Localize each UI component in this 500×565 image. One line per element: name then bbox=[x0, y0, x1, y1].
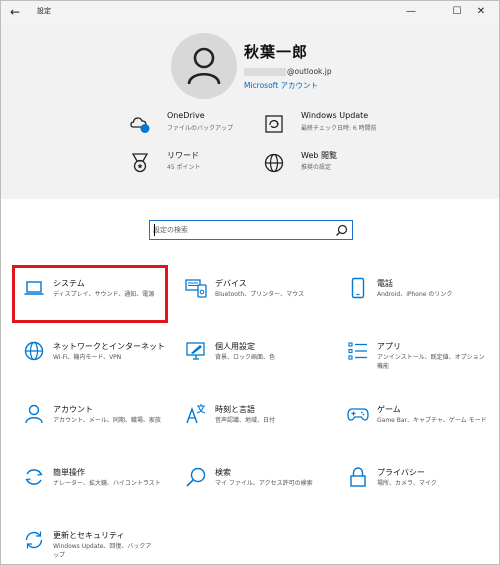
category-desc: 背景、ロック画面、色 bbox=[215, 354, 276, 361]
person-icon bbox=[187, 47, 221, 85]
category-desc: ディスプレイ、サウンド、通知、電源 bbox=[53, 291, 155, 298]
category-privacy[interactable]: プライバシー 場所、カメラ、マイク bbox=[347, 466, 497, 518]
text-caret bbox=[154, 224, 155, 236]
account-header: 秋葉一郎 @outlook.jp Microsoft アカウント OneDriv… bbox=[1, 23, 499, 199]
lock-icon bbox=[350, 467, 366, 487]
category-label: 検索 bbox=[215, 468, 231, 477]
category-label: ネットワークとインターネット bbox=[53, 342, 165, 351]
quick-link-title: Web 閲覧 bbox=[301, 151, 337, 160]
quick-link-title: リワード bbox=[167, 151, 199, 160]
update-sync-icon bbox=[25, 531, 43, 549]
quick-link-title: OneDrive bbox=[167, 111, 205, 120]
category-devices[interactable]: デバイス Bluetooth、プリンター、マウス bbox=[185, 277, 335, 329]
email-suffix: @outlook.jp bbox=[287, 67, 332, 76]
time-language-icon bbox=[186, 404, 206, 424]
category-desc: 場所、カメラ、マイク bbox=[377, 480, 437, 487]
category-label: デバイス bbox=[215, 279, 247, 288]
title-bar: ← 設定 — ☐ ✕ bbox=[1, 1, 499, 23]
minimize-icon[interactable]: — bbox=[399, 2, 423, 22]
globe-icon bbox=[264, 153, 284, 173]
quick-link-subtitle: 45 ポイント bbox=[167, 164, 201, 171]
avatar[interactable] bbox=[171, 33, 237, 99]
user-name: 秋葉一郎 bbox=[244, 43, 309, 61]
category-desc: アカウント、メール、同期、職場、家族 bbox=[53, 417, 161, 424]
category-label: 個人用設定 bbox=[215, 342, 255, 351]
ease-of-access-icon bbox=[25, 469, 43, 485]
microsoft-account-link[interactable]: Microsoft アカウント bbox=[244, 80, 318, 91]
category-network[interactable]: ネットワークとインターネット Wi-Fi、機内モード、VPN bbox=[23, 340, 173, 392]
category-update-security[interactable]: 更新とセキュリティ Windows Update、回復、バックアップ bbox=[23, 529, 173, 564]
category-search[interactable]: 検索 マイ ファイル、アクセス許可の検索 bbox=[185, 466, 335, 518]
category-label: アプリ bbox=[377, 342, 401, 351]
quick-link-windows-update[interactable]: Windows Update 最終チェック日時: 6 時間前 bbox=[263, 111, 413, 145]
category-apps[interactable]: アプリ アンインストール、既定値、オプション機能 bbox=[347, 340, 497, 392]
maximize-icon[interactable]: ☐ bbox=[445, 2, 469, 22]
category-desc: アンインストール、既定値、オプション機能 bbox=[377, 354, 485, 370]
search-input[interactable] bbox=[153, 223, 333, 237]
devices-icon bbox=[185, 279, 207, 298]
category-label: 電話 bbox=[377, 279, 393, 288]
category-desc: ナレーター、拡大鏡、ハイコントラスト bbox=[53, 480, 161, 487]
category-desc: マイ ファイル、アクセス許可の検索 bbox=[215, 480, 313, 487]
search-box[interactable] bbox=[149, 220, 353, 240]
email-redaction bbox=[244, 68, 286, 76]
settings-window: ← 設定 — ☐ ✕ 秋葉一郎 @outlook.jp Microsoft アカ… bbox=[0, 0, 500, 565]
onedrive-cloud-icon bbox=[130, 117, 150, 133]
category-label: 簡単操作 bbox=[53, 468, 85, 477]
category-label: システム bbox=[53, 279, 85, 288]
quick-link-subtitle: ファイルのバックアップ bbox=[167, 125, 234, 132]
category-desc: 音声認識、地域、日付 bbox=[215, 417, 276, 424]
category-label: 時刻と言語 bbox=[215, 405, 255, 414]
back-arrow-icon[interactable]: ← bbox=[5, 2, 25, 22]
category-desc: Game Bar、キャプチャ、ゲーム モード bbox=[377, 417, 487, 424]
close-icon[interactable]: ✕ bbox=[469, 2, 493, 22]
category-label: プライバシー bbox=[377, 468, 425, 477]
phone-icon bbox=[351, 277, 365, 299]
quick-link-rewards[interactable]: リワード 45 ポイント bbox=[129, 150, 279, 184]
category-desc: Bluetooth、プリンター、マウス bbox=[215, 291, 305, 298]
globe-icon bbox=[24, 341, 44, 361]
category-phone[interactable]: 電話 Android、iPhone のリンク bbox=[347, 277, 497, 329]
category-personalization[interactable]: 個人用設定 背景、ロック画面、色 bbox=[185, 340, 335, 392]
quick-link-web-browsing[interactable]: Web 閲覧 推奨の設定 bbox=[263, 150, 413, 184]
windows-update-icon bbox=[265, 115, 283, 133]
quick-link-title: Windows Update bbox=[301, 111, 369, 120]
category-accounts[interactable]: アカウント アカウント、メール、同期、職場、家族 bbox=[23, 403, 173, 455]
category-gaming[interactable]: ゲーム Game Bar、キャプチャ、ゲーム モード bbox=[347, 403, 497, 455]
laptop-icon bbox=[24, 281, 44, 295]
category-system[interactable]: システム ディスプレイ、サウンド、通知、電源 bbox=[23, 277, 173, 329]
category-label: ゲーム bbox=[377, 405, 401, 414]
gamepad-icon bbox=[347, 408, 369, 421]
category-label: 更新とセキュリティ bbox=[53, 531, 125, 540]
person-icon bbox=[25, 404, 43, 424]
quick-link-subtitle: 最終チェック日時: 6 時間前 bbox=[301, 125, 377, 132]
window-title: 設定 bbox=[37, 7, 51, 15]
category-desc: Android、iPhone のリンク bbox=[377, 291, 453, 298]
personalization-icon bbox=[186, 342, 205, 360]
category-ease-of-access[interactable]: 簡単操作 ナレーター、拡大鏡、ハイコントラスト bbox=[23, 466, 173, 518]
rewards-medal-icon bbox=[131, 153, 149, 173]
user-email: @outlook.jp bbox=[244, 67, 332, 76]
quick-link-onedrive[interactable]: OneDrive ファイルのバックアップ bbox=[129, 111, 279, 145]
category-time-language[interactable]: 時刻と言語 音声認識、地域、日付 bbox=[185, 403, 335, 455]
search-icon bbox=[186, 467, 206, 487]
category-desc: Wi-Fi、機内モード、VPN bbox=[53, 354, 122, 361]
apps-list-icon bbox=[348, 342, 367, 360]
category-label: アカウント bbox=[53, 405, 93, 414]
quick-link-subtitle: 推奨の設定 bbox=[301, 164, 332, 171]
category-desc: Windows Update、回復、バックアップ bbox=[53, 543, 152, 559]
search-icon[interactable] bbox=[335, 224, 348, 237]
